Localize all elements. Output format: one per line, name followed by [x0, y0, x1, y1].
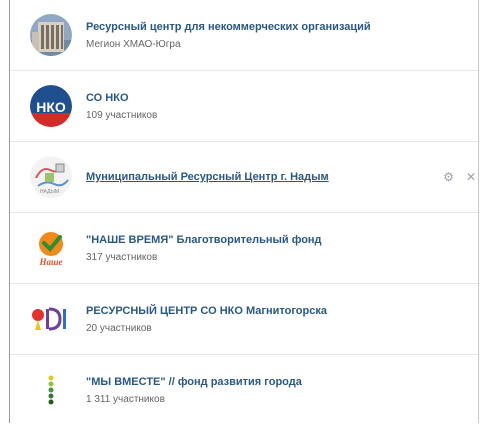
frame-right-border: [478, 0, 479, 423]
group-subtitle: 317 участников: [86, 251, 158, 263]
svg-text:Наше: Наше: [39, 257, 63, 267]
group-title[interactable]: СО НКО: [86, 91, 157, 105]
group-title[interactable]: Ресурсный центр для некоммерческих орган…: [86, 20, 371, 34]
nashe-vremya-logo-icon[interactable]: Наше: [30, 227, 72, 269]
group-subtitle: Мегион ХМАО-Югра: [86, 38, 181, 50]
building-photo-icon[interactable]: [30, 14, 72, 56]
group-title[interactable]: РЕСУРСНЫЙ ЦЕНТР СО НКО Магнитогорска: [86, 304, 327, 318]
odi-logo-icon[interactable]: [30, 298, 72, 340]
group-list: Ресурсный центр для некоммерческих орган…: [10, 0, 478, 426]
group-subtitle: 20 участников: [86, 322, 152, 334]
map-logo-icon[interactable]: НАДЫМ: [30, 156, 72, 198]
svg-text:НАДЫМ: НАДЫМ: [40, 189, 59, 195]
close-icon[interactable]: ✕: [466, 170, 476, 184]
list-item[interactable]: НКО СО НКО 109 участников: [10, 71, 478, 142]
group-title[interactable]: Муниципальный Ресурсный Центр г. Надым: [86, 170, 329, 184]
list-item[interactable]: РЕСУРСНЫЙ ЦЕНТР СО НКО Магнитогорска 20 …: [10, 284, 478, 355]
list-item[interactable]: "МЫ ВМЕСТЕ" // фонд развития города 1 31…: [10, 355, 478, 426]
svg-text:НКО: НКО: [36, 99, 66, 115]
item-actions: ⚙ ✕: [443, 142, 478, 212]
list-item[interactable]: Наше "НАШЕ ВРЕМЯ" Благотворительный фонд…: [10, 213, 478, 284]
group-title[interactable]: "НАШЕ ВРЕМЯ" Благотворительный фонд: [86, 233, 322, 247]
gear-icon[interactable]: ⚙: [443, 170, 454, 184]
group-title[interactable]: "МЫ ВМЕСТЕ" // фонд развития города: [86, 375, 302, 389]
list-item[interactable]: Ресурсный центр для некоммерческих орган…: [10, 0, 478, 71]
group-subtitle: 109 участников: [86, 109, 158, 121]
group-subtitle: 1 311 участников: [86, 394, 165, 405]
nko-logo-icon[interactable]: НКО: [30, 85, 72, 127]
list-item[interactable]: НАДЫМ Муниципальный Ресурсный Центр г. Н…: [10, 142, 478, 213]
dots-logo-icon[interactable]: [30, 369, 72, 412]
